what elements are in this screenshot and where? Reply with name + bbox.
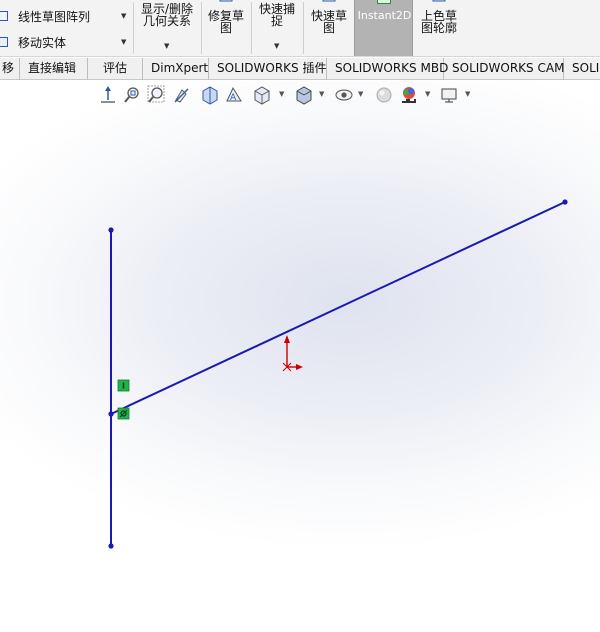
edit-appearance-icon[interactable] xyxy=(374,84,394,106)
tab-evaluate[interactable]: 评估 xyxy=(88,58,143,80)
view-orientation-dropdown-icon[interactable] xyxy=(252,84,272,106)
endpoint-intersection[interactable] xyxy=(108,411,114,417)
view-settings-icon[interactable] xyxy=(439,84,459,106)
chevron-down-icon[interactable]: ▼ xyxy=(121,38,126,46)
view-orientation-icon[interactable] xyxy=(98,84,118,106)
coincident-relation-icon[interactable] xyxy=(117,407,130,420)
chevron-down-icon[interactable]: ▼ xyxy=(274,42,279,50)
rapid-sketch-button[interactable]: 快速草 图 xyxy=(306,0,352,35)
linear-pattern-icon xyxy=(0,11,8,21)
hide-show-items-icon[interactable] xyxy=(334,84,354,106)
endpoint-bottom[interactable] xyxy=(108,543,114,549)
repair-sketch-button[interactable]: 修复草 图 xyxy=(203,0,249,35)
tab-solidworks-addins[interactable]: SOLIDWORKS 插件 xyxy=(209,58,327,80)
separator xyxy=(133,2,134,54)
sketch-canvas[interactable] xyxy=(0,81,600,632)
display-delete-relations-button[interactable]: 显示/删除 几何关系 xyxy=(136,3,198,27)
chevron-down-icon[interactable]: ▼ xyxy=(164,42,169,50)
view-selector-icon[interactable]: A xyxy=(224,84,244,106)
section-view-icon[interactable] xyxy=(200,84,220,106)
chevron-down-icon[interactable]: ▼ xyxy=(465,90,470,98)
tab-move[interactable]: 移 xyxy=(0,58,20,80)
quick-snaps-button[interactable]: 快速捕 捉 xyxy=(253,3,301,27)
move-entities-label: 移动实体 xyxy=(18,35,67,50)
instant2d-button[interactable]: Instant2D xyxy=(354,0,413,56)
shaded-sketch-contours-button[interactable]: 上色草 图轮廓 xyxy=(416,0,462,35)
sketch-origin-icon xyxy=(282,335,303,372)
tab-overflow[interactable]: SOLI xyxy=(564,58,600,80)
chevron-down-icon[interactable]: ▼ xyxy=(425,90,430,98)
rapid-sketch-line2: 图 xyxy=(322,21,335,35)
instant2d-icon xyxy=(377,0,391,4)
zoom-to-fit-icon[interactable] xyxy=(122,84,142,106)
endpoint-right[interactable] xyxy=(562,199,568,205)
separator xyxy=(303,2,304,54)
separator xyxy=(251,2,252,54)
linear-sketch-pattern-button[interactable]: 线性草图阵列 xyxy=(0,5,90,27)
rapid-sketch-icon xyxy=(322,0,336,2)
endpoint-top[interactable] xyxy=(108,227,114,233)
tab-solidworks-cam[interactable]: SOLIDWORKS CAM xyxy=(444,58,564,80)
move-entities-button[interactable]: 移动实体 xyxy=(0,31,66,53)
repair-sketch-line2: 图 xyxy=(219,21,232,35)
chevron-down-icon[interactable]: ▼ xyxy=(358,90,363,98)
svg-text:A: A xyxy=(230,93,237,103)
tab-direct-editing[interactable]: 直接编辑 xyxy=(20,58,88,80)
move-entities-icon xyxy=(0,37,8,47)
display-style-icon[interactable] xyxy=(294,84,314,106)
chevron-down-icon[interactable]: ▼ xyxy=(121,12,126,20)
command-manager-tabs: 移 直接编辑 评估 DimXpert SOLIDWORKS 插件 SOLIDWO… xyxy=(0,58,600,80)
linear-pattern-label: 线性草图阵列 xyxy=(18,9,91,24)
previous-view-icon[interactable] xyxy=(172,84,192,106)
shaded-contours-line2: 图轮廓 xyxy=(420,21,457,35)
shaded-contours-icon xyxy=(432,0,446,2)
angled-sketch-line[interactable] xyxy=(110,201,566,415)
separator xyxy=(201,2,202,54)
tab-dimxpert[interactable]: DimXpert xyxy=(143,58,209,80)
tab-solidworks-mbd[interactable]: SOLIDWORKS MBD xyxy=(327,58,448,80)
repair-sketch-icon xyxy=(219,0,233,2)
instant2d-label: Instant2D xyxy=(357,9,412,22)
heads-up-view-toolbar: A ▼ ▼ ▼ ▼ ▼ xyxy=(96,84,486,106)
zoom-to-area-icon[interactable] xyxy=(146,84,166,106)
vertical-relation-icon[interactable] xyxy=(117,379,130,392)
command-manager-ribbon: 线性草图阵列 ▼ 移动实体 ▼ 显示/删除 几何关系 ▼ 修复草 图 快速捕 捉… xyxy=(0,0,600,57)
quick-snaps-line2: 捉 xyxy=(270,14,283,28)
graphics-area[interactable] xyxy=(0,81,600,632)
apply-scene-icon[interactable] xyxy=(399,84,419,106)
display-delete-relations-line2: 几何关系 xyxy=(142,14,191,28)
chevron-down-icon[interactable]: ▼ xyxy=(279,90,284,98)
chevron-down-icon[interactable]: ▼ xyxy=(319,90,324,98)
